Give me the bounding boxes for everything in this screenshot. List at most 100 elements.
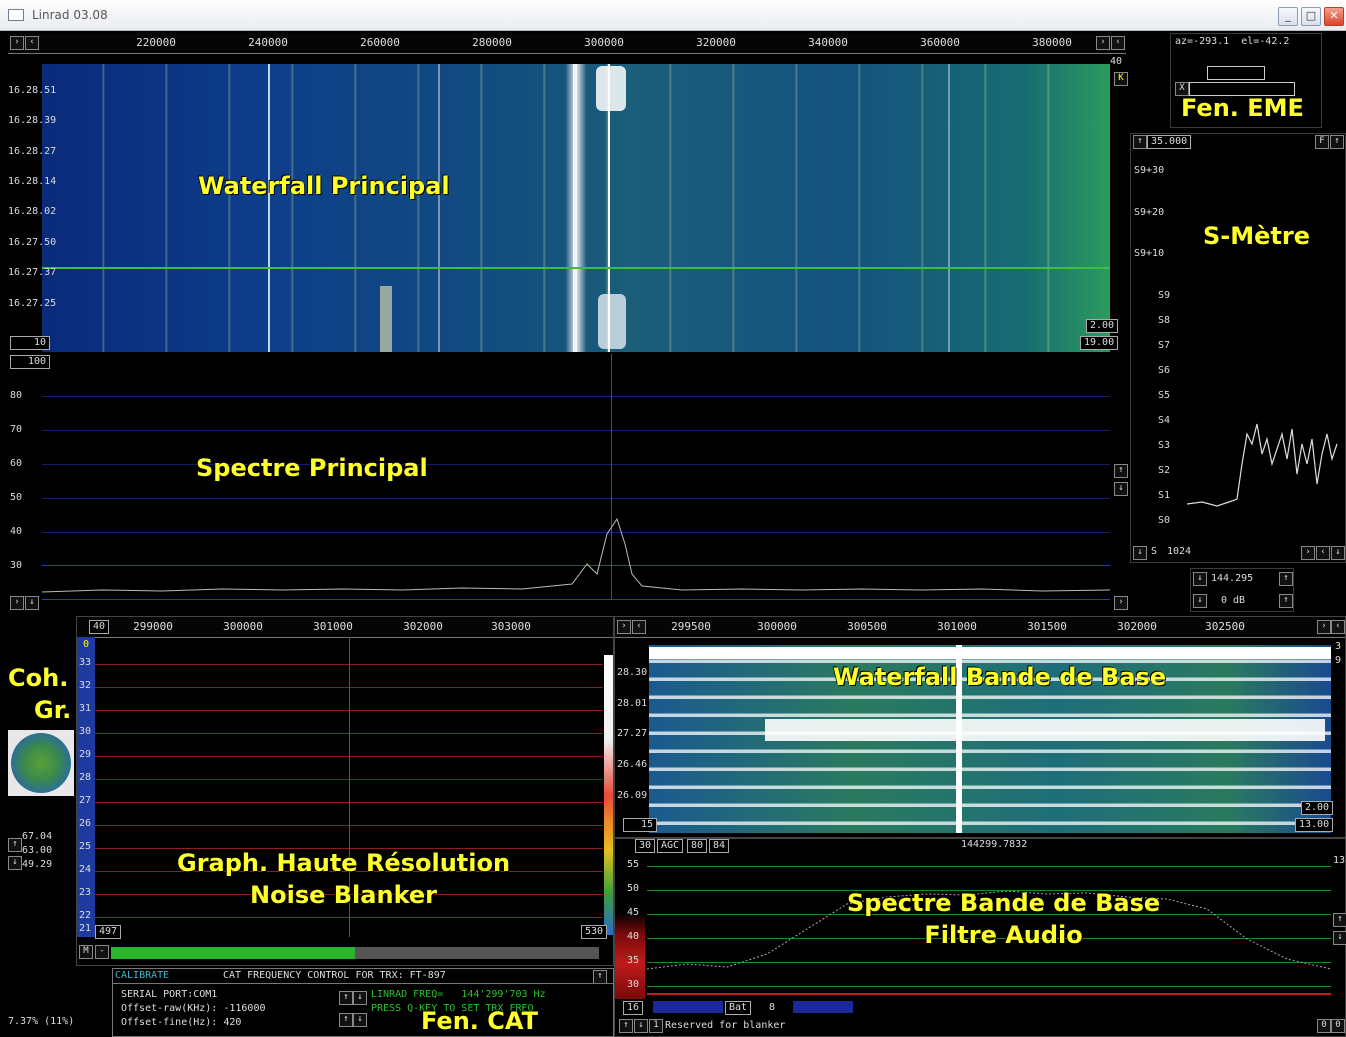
baseband-frequency-ruler: › ‹ 299500 300000 300500 301000 301500 3… — [615, 617, 1345, 638]
coh-down-icon[interactable]: ↓ — [8, 856, 22, 870]
bb-gain-box[interactable]: 2.00 — [1301, 801, 1334, 815]
bb-toolbar-item[interactable]: 30 — [635, 839, 656, 853]
freq-tick: 300000 — [584, 36, 624, 49]
waterfall-k-button[interactable]: K — [1114, 72, 1128, 86]
ruler-left-arrow-icon[interactable]: › — [10, 36, 24, 50]
waterfall-offset-box[interactable]: 19.00 — [1080, 336, 1119, 350]
cat-close-icon[interactable]: ↑ — [593, 970, 607, 984]
bb-right2-button[interactable]: 0 — [1331, 1019, 1345, 1033]
smeter-top-value[interactable]: 35.000 — [1147, 135, 1192, 149]
smeter-up-arrow-icon[interactable]: ↑ — [1133, 135, 1147, 149]
bb-toolbar-item[interactable]: AGC — [657, 839, 684, 853]
bb-freq-tick: 302500 — [1205, 620, 1245, 633]
freq-tick: 280000 — [472, 36, 512, 49]
spectrum-top-box[interactable]: 100 — [10, 355, 50, 369]
spectrum-left-arrow-icon[interactable]: › — [10, 596, 24, 610]
coh-value: 49.29 — [22, 859, 53, 870]
ruler-right-arrow-icon[interactable]: › — [1096, 36, 1110, 50]
db-up-icon[interactable]: ↑ — [1279, 594, 1293, 608]
cat-raw-up-icon[interactable]: ↑ — [339, 991, 353, 1005]
bb-toolbar-item[interactable]: 84 — [709, 839, 730, 853]
hires-freq-tick: 303000 — [491, 620, 531, 633]
minimize-button[interactable]: _ — [1278, 7, 1298, 26]
spectrum-scroll-up-icon[interactable]: ↑ — [1114, 464, 1128, 478]
spectrum-gridline — [42, 396, 1110, 397]
cat-fine-down-icon[interactable]: ↓ — [353, 1013, 367, 1027]
spectrum-scroll-down-icon[interactable]: ↓ — [1114, 482, 1128, 496]
smeter-down2-arrow-icon[interactable]: ↓ — [1331, 546, 1345, 560]
bb-ruler-left2-icon[interactable]: ‹ — [632, 620, 646, 634]
main-waterfall-panel[interactable]: 16.28.51 16.28.39 16.28.27 16.28.14 16.2… — [8, 54, 1128, 354]
hires-slider-track[interactable] — [111, 947, 599, 959]
bb-scroll-up-icon[interactable]: ↑ — [1333, 913, 1346, 927]
hires-left-box[interactable]: 40 — [89, 620, 110, 634]
smeter-down-arrow-icon[interactable]: ↓ — [1133, 546, 1147, 560]
bb-offset-box[interactable]: 13.00 — [1295, 818, 1334, 832]
bb-mode-bar[interactable] — [793, 1001, 853, 1013]
bb-scroll-down-icon[interactable]: ↓ — [1333, 931, 1346, 945]
bb-ruler-left-icon[interactable]: › — [617, 620, 631, 634]
bb-freq-tick: 300000 — [757, 620, 797, 633]
bb-one-button[interactable]: 1 — [649, 1019, 663, 1033]
ruler-right2-arrow-icon[interactable]: ‹ — [1111, 36, 1125, 50]
freq-down-icon[interactable]: ↓ — [1193, 572, 1207, 586]
hires-y-tick: 32 — [79, 680, 92, 691]
ruler-left2-arrow-icon[interactable]: ‹ — [25, 36, 39, 50]
freq-db-panel[interactable]: ↓ 144.295 ↑ ↓ 0 dB ↑ — [1190, 568, 1294, 612]
smeter-left-arrow-icon[interactable]: ‹ — [1316, 546, 1330, 560]
close-button[interactable]: ✕ — [1324, 7, 1344, 26]
smeter-right-arrow-icon[interactable]: › — [1301, 546, 1315, 560]
spectrum-down-arrow-icon[interactable]: ↓ — [25, 596, 39, 610]
smeter-scale-label: S4 — [1158, 415, 1171, 426]
smeter-right-up-icon[interactable]: ↑ — [1330, 135, 1344, 149]
coh-graph[interactable] — [8, 730, 74, 796]
bb-right-button[interactable]: 0 — [1317, 1019, 1331, 1033]
smeter-scale-label: S9+10 — [1134, 248, 1165, 259]
maximize-button[interactable]: □ — [1301, 7, 1321, 26]
smeter-f-button[interactable]: F — [1315, 135, 1329, 149]
freq-readout: 144.295 — [1211, 573, 1254, 584]
cat-window[interactable]: CALIBRATE CAT FREQUENCY CONTROL FOR TRX:… — [112, 968, 614, 1037]
bb-mode-bar[interactable] — [653, 1001, 723, 1013]
bb-time-label: 26.46 — [617, 759, 648, 770]
bb-bottom-left[interactable]: 16 — [623, 1001, 644, 1015]
hires-graph-panel[interactable]: 40 299000 300000 301000 302000 303000 0 … — [76, 616, 614, 966]
main-spectrum-panel[interactable]: 100 80 70 60 50 40 30 ↑ ↓ › ↓ › Spectre … — [8, 354, 1128, 612]
spectrum-y-tick: 30 — [10, 560, 23, 571]
cat-calibrate-button[interactable]: CALIBRATE — [115, 970, 169, 981]
eme-bar-1 — [1207, 66, 1265, 80]
hires-m-button[interactable]: M — [79, 945, 93, 959]
freq-tick: 240000 — [248, 36, 288, 49]
bb-bottom-left[interactable]: 15 — [623, 818, 657, 832]
eme-azel-readout: az=-293.1 el=-42.2 — [1175, 36, 1290, 47]
baseband-waterfall-panel[interactable]: › ‹ 299500 300000 300500 301000 301500 3… — [614, 616, 1346, 838]
waterfall-time-label: 16.28.51 — [8, 85, 57, 96]
waterfall-burst — [380, 286, 392, 352]
hires-minus-button[interactable]: - — [95, 945, 109, 959]
cat-fine-up-icon[interactable]: ↑ — [339, 1013, 353, 1027]
smeter-scale-label: S0 — [1158, 515, 1171, 526]
waterfall-gain-box[interactable]: 2.00 — [1086, 319, 1119, 333]
smeter-scale-label: S9+30 — [1134, 165, 1165, 176]
freq-up-icon[interactable]: ↑ — [1279, 572, 1293, 586]
eme-window[interactable]: az=-293.1 el=-42.2 X Fen. EME — [1170, 33, 1322, 128]
bb-down-icon[interactable]: ↓ — [634, 1019, 648, 1033]
bb-freq-tick: 301500 — [1027, 620, 1067, 633]
hires-y-tick: 24 — [79, 864, 92, 875]
spectrum-right-arrow-icon[interactable]: › — [1114, 596, 1128, 610]
coh-up-icon[interactable]: ↑ — [8, 838, 22, 852]
db-down-icon[interactable]: ↓ — [1193, 594, 1207, 608]
baseband-spectrum-panel[interactable]: 30 AGC 80 84 144299.7832 13 55 50 45 40 … — [614, 838, 1346, 1037]
hires-freq-tick: 300000 — [223, 620, 263, 633]
cat-raw-down-icon[interactable]: ↓ — [353, 991, 367, 1005]
hires-y-tick: 33 — [79, 657, 92, 668]
bb-ruler-right-icon[interactable]: › — [1317, 620, 1331, 634]
hires-label-line1: Graph. Haute Résolution — [177, 849, 511, 877]
waterfall-signal-line — [948, 64, 950, 352]
bb-ruler-right2-icon[interactable]: ‹ — [1331, 620, 1345, 634]
bb-up-icon[interactable]: ↑ — [619, 1019, 633, 1033]
cat-label: Fen. CAT — [421, 1007, 538, 1035]
waterfall-avg-box[interactable]: 10 — [10, 336, 50, 350]
bb-toolbar-item[interactable]: 80 — [687, 839, 708, 853]
bb-freq-tick: 300500 — [847, 620, 887, 633]
